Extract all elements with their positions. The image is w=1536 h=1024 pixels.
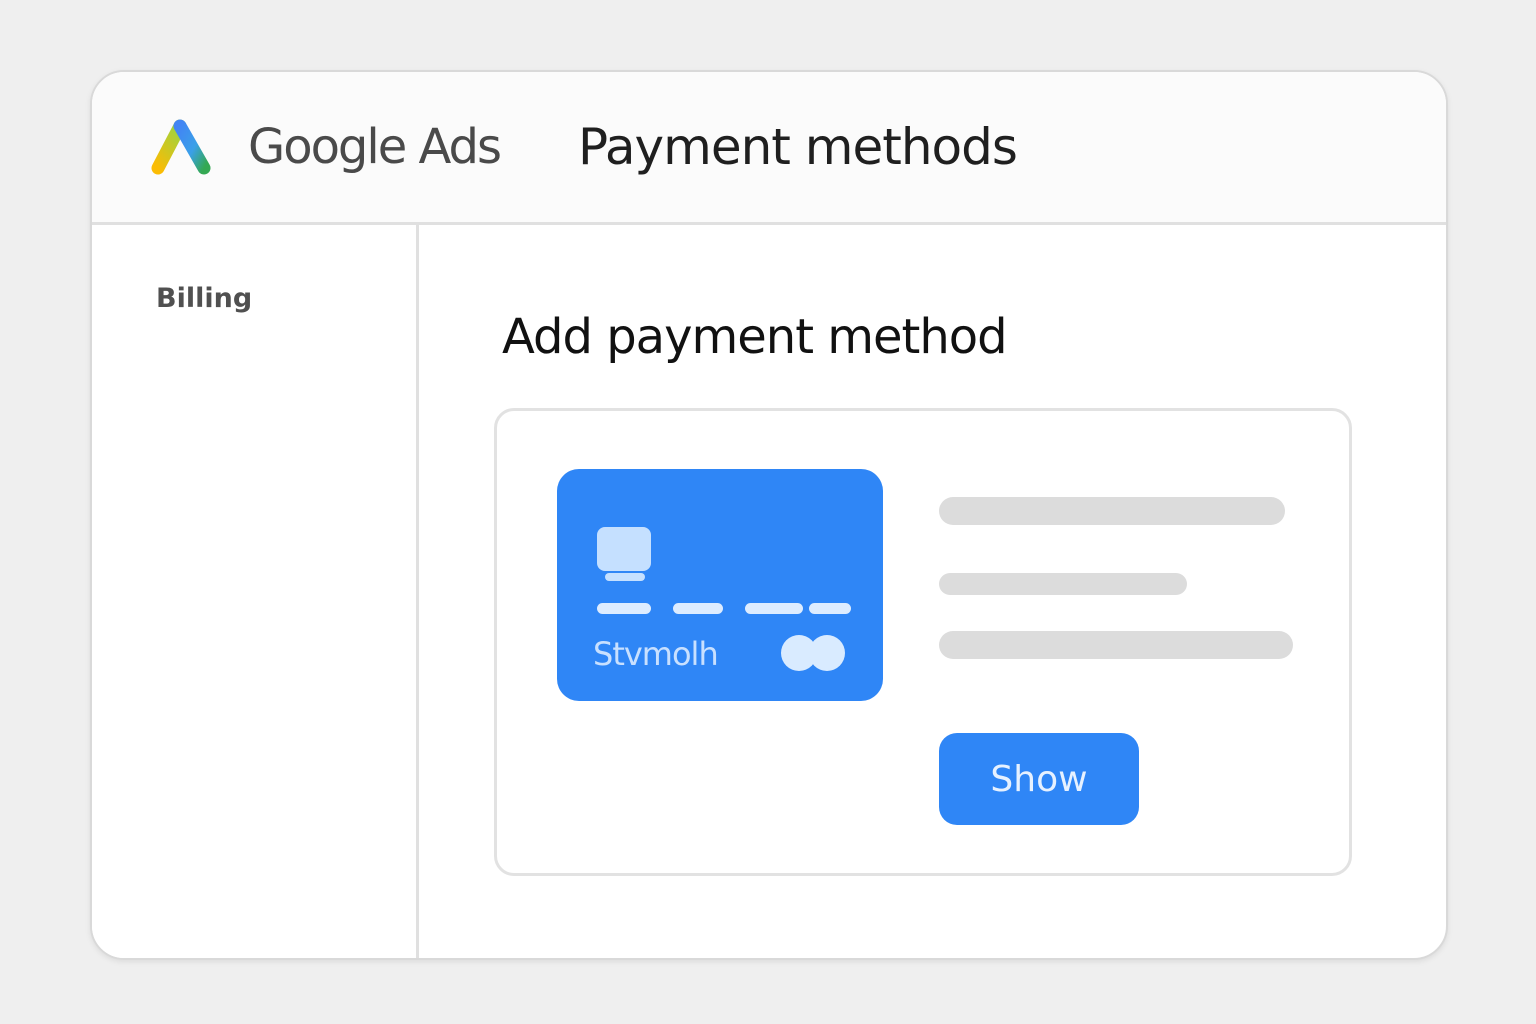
sidebar-item-billing[interactable]: Billing xyxy=(156,283,252,314)
card-chip-base xyxy=(605,573,645,581)
payment-method-panel: Stvmolh Show xyxy=(494,408,1352,876)
placeholder-line xyxy=(939,573,1187,595)
show-button[interactable]: Show xyxy=(939,733,1139,825)
card-holder-name: Stvmolh xyxy=(593,635,719,673)
brand-name: Google Ads xyxy=(248,119,502,175)
page-title: Payment methods xyxy=(578,118,1018,176)
header: Google Ads Payment methods xyxy=(92,72,1446,225)
app-window: Google Ads Payment methods Billing Add p… xyxy=(90,70,1448,960)
google-ads-logo-icon xyxy=(151,119,211,175)
card-chip-icon xyxy=(597,527,651,571)
card-number-segment xyxy=(745,603,803,614)
sidebar: Billing xyxy=(92,225,419,958)
card-number-segment xyxy=(597,603,651,614)
card-number-segment xyxy=(809,603,851,614)
placeholder-line xyxy=(939,631,1293,659)
card-number-segment xyxy=(673,603,723,614)
credit-card-preview[interactable]: Stvmolh xyxy=(557,469,883,701)
placeholder-line xyxy=(939,497,1285,525)
section-title: Add payment method xyxy=(502,309,1008,365)
mastercard-icon xyxy=(781,635,847,671)
